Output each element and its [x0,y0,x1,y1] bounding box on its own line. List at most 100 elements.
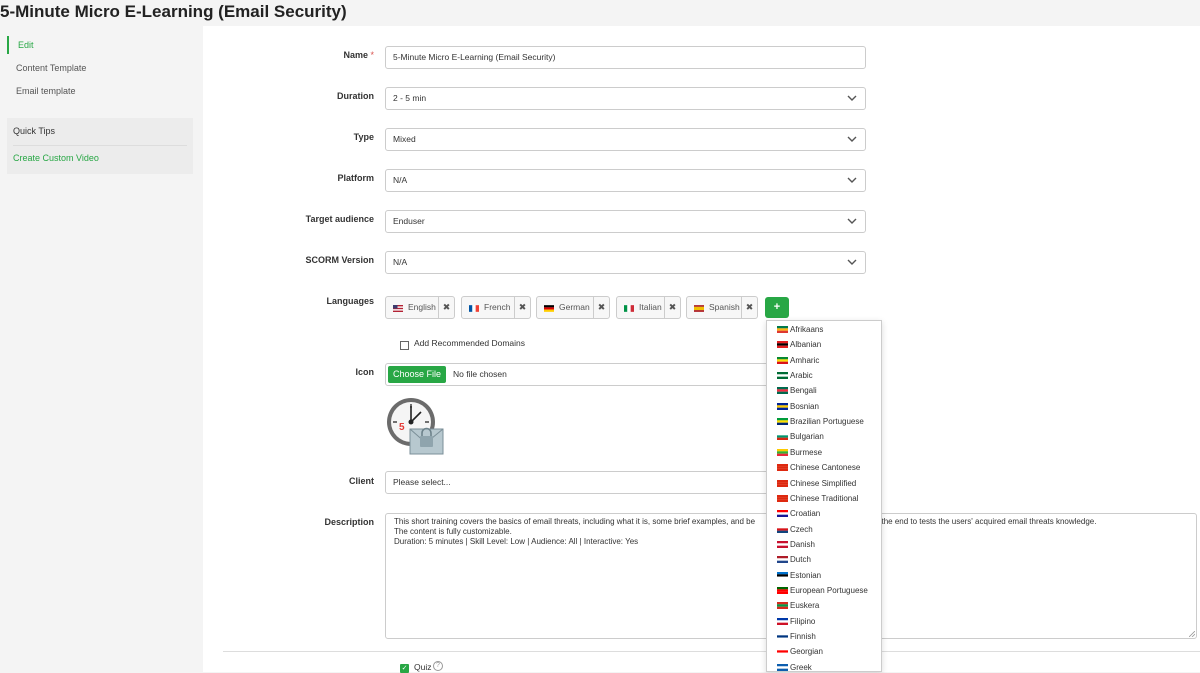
help-icon[interactable]: ? [433,661,443,671]
file-status: No file chosen [453,369,507,379]
language-option[interactable]: Euskera [767,598,881,613]
language-chip-label: French [484,302,511,312]
platform-select[interactable]: N/A [385,169,866,192]
language-option-label: Greek [790,662,812,672]
language-option[interactable]: Bosnian [767,399,881,414]
language-option[interactable]: Greek [767,660,881,672]
language-option[interactable]: Albanian [767,337,881,352]
language-option-label: Albanian [790,340,822,350]
duration-label: Duration [337,91,374,101]
language-option-label: Georgian [790,647,823,657]
language-option-label: Bosnian [790,401,819,411]
language-option[interactable]: Dutch [767,552,881,567]
divider [223,651,1200,652]
fr-flag-icon [469,305,479,312]
de-flag-icon [544,305,554,312]
flag-icon [777,387,788,395]
flag-icon [777,494,788,502]
icon-label: Icon [355,367,374,377]
flag-icon [777,479,788,487]
language-option[interactable]: Arabic [767,368,881,383]
language-option-label: European Portuguese [790,585,868,595]
language-option[interactable]: Georgian [767,644,881,659]
language-option[interactable]: Chinese Cantonese [767,460,881,475]
choose-file-button[interactable]: Choose File [388,366,447,383]
language-option-label: Estonian [790,570,822,580]
language-option[interactable]: Finnish [767,629,881,644]
language-option-label: Chinese Cantonese [790,463,861,473]
language-option-label: Filipino [790,616,816,626]
remove-language-button[interactable]: ✖ [664,297,680,318]
language-option[interactable]: European Portuguese [767,583,881,598]
duration-value: 2 - 5 min [393,93,427,103]
quiz-label: Quiz [414,662,432,672]
language-chip-label: Italian [639,302,662,312]
flag-icon [777,341,788,349]
remove-language-button[interactable]: ✖ [438,297,454,318]
chevron-down-icon [847,177,857,183]
language-option[interactable]: Amharic [767,353,881,368]
create-custom-video-link[interactable]: Create Custom Video [13,153,99,163]
remove-language-button[interactable]: ✖ [593,297,609,318]
flag-icon [777,326,788,333]
duration-select[interactable]: 2 - 5 min [385,87,866,110]
us-flag-icon [393,305,403,312]
add-language-button[interactable]: + [765,297,789,318]
quick-tips-title: Quick Tips [13,126,56,136]
sidebar-item-content-template[interactable]: Content Template [7,59,193,77]
language-option[interactable]: Afrikaans [767,322,881,337]
divider [13,145,187,146]
edit-form: Name * 5-Minute Micro E-Learning (Email … [203,26,1200,673]
remove-language-button[interactable]: ✖ [741,297,757,318]
flag-icon [777,648,788,656]
sidebar-item-email-template[interactable]: Email template [7,82,193,100]
language-option[interactable]: Chinese Simplified [767,476,881,491]
sidebar: Edit Content Template Email template Qui… [0,30,200,672]
language-option-label: Bengali [790,386,817,396]
flag-icon [777,540,788,548]
flag-icon [777,633,788,640]
language-chip: French ✖ [461,296,531,319]
scorm-version-select[interactable]: N/A [385,251,866,274]
client-label: Client [348,476,374,486]
flag-icon [777,356,788,364]
remove-language-button[interactable]: ✖ [514,297,530,318]
language-option[interactable]: Croatian [767,506,881,521]
language-option[interactable]: Filipino [767,614,881,629]
recommended-domains-checkbox[interactable] [400,341,409,350]
name-input[interactable]: 5-Minute Micro E-Learning (Email Securit… [385,46,866,69]
language-option-label: Afrikaans [790,325,824,334]
course-icon-image: 5 [387,398,444,455]
target-audience-value: Enduser [393,216,425,226]
language-option[interactable]: Estonian [767,568,881,583]
flag-icon [777,448,788,456]
language-option-label: Croatian [790,509,821,519]
target-audience-select[interactable]: Enduser [385,210,866,233]
flag-icon [777,510,788,518]
name-label: Name * [343,50,374,60]
scorm-version-value: N/A [393,257,408,267]
language-option[interactable]: Chinese Traditional [767,491,881,506]
page-title: 5-Minute Micro E-Learning (Email Securit… [0,2,347,21]
type-value: Mixed [393,134,416,144]
languages-label: Languages [326,296,374,306]
flag-icon [777,663,788,671]
language-option[interactable]: Bulgarian [767,429,881,444]
resize-handle-icon[interactable] [1189,631,1195,637]
title-bar: 5-Minute Micro E-Learning (Email Securit… [0,0,1200,26]
language-option-label: Czech [790,524,813,534]
language-option[interactable]: Burmese [767,445,881,460]
language-option[interactable]: Brazilian Portuguese [767,414,881,429]
scorm-version-label: SCORM Version [305,255,374,265]
language-option[interactable]: Bengali [767,383,881,398]
type-select[interactable]: Mixed [385,128,866,151]
language-option[interactable]: Danish [767,537,881,552]
sidebar-item-edit[interactable]: Edit [7,36,193,54]
language-option-label: Chinese Simplified [790,478,857,488]
flag-icon [777,556,788,564]
flag-icon [777,571,788,579]
language-option[interactable]: Czech [767,522,881,537]
language-dropdown: Afrikaans Albanian Amharic Arabic Bengali Bos… [766,320,882,672]
chevron-down-icon [847,259,857,265]
flag-icon [777,586,788,594]
